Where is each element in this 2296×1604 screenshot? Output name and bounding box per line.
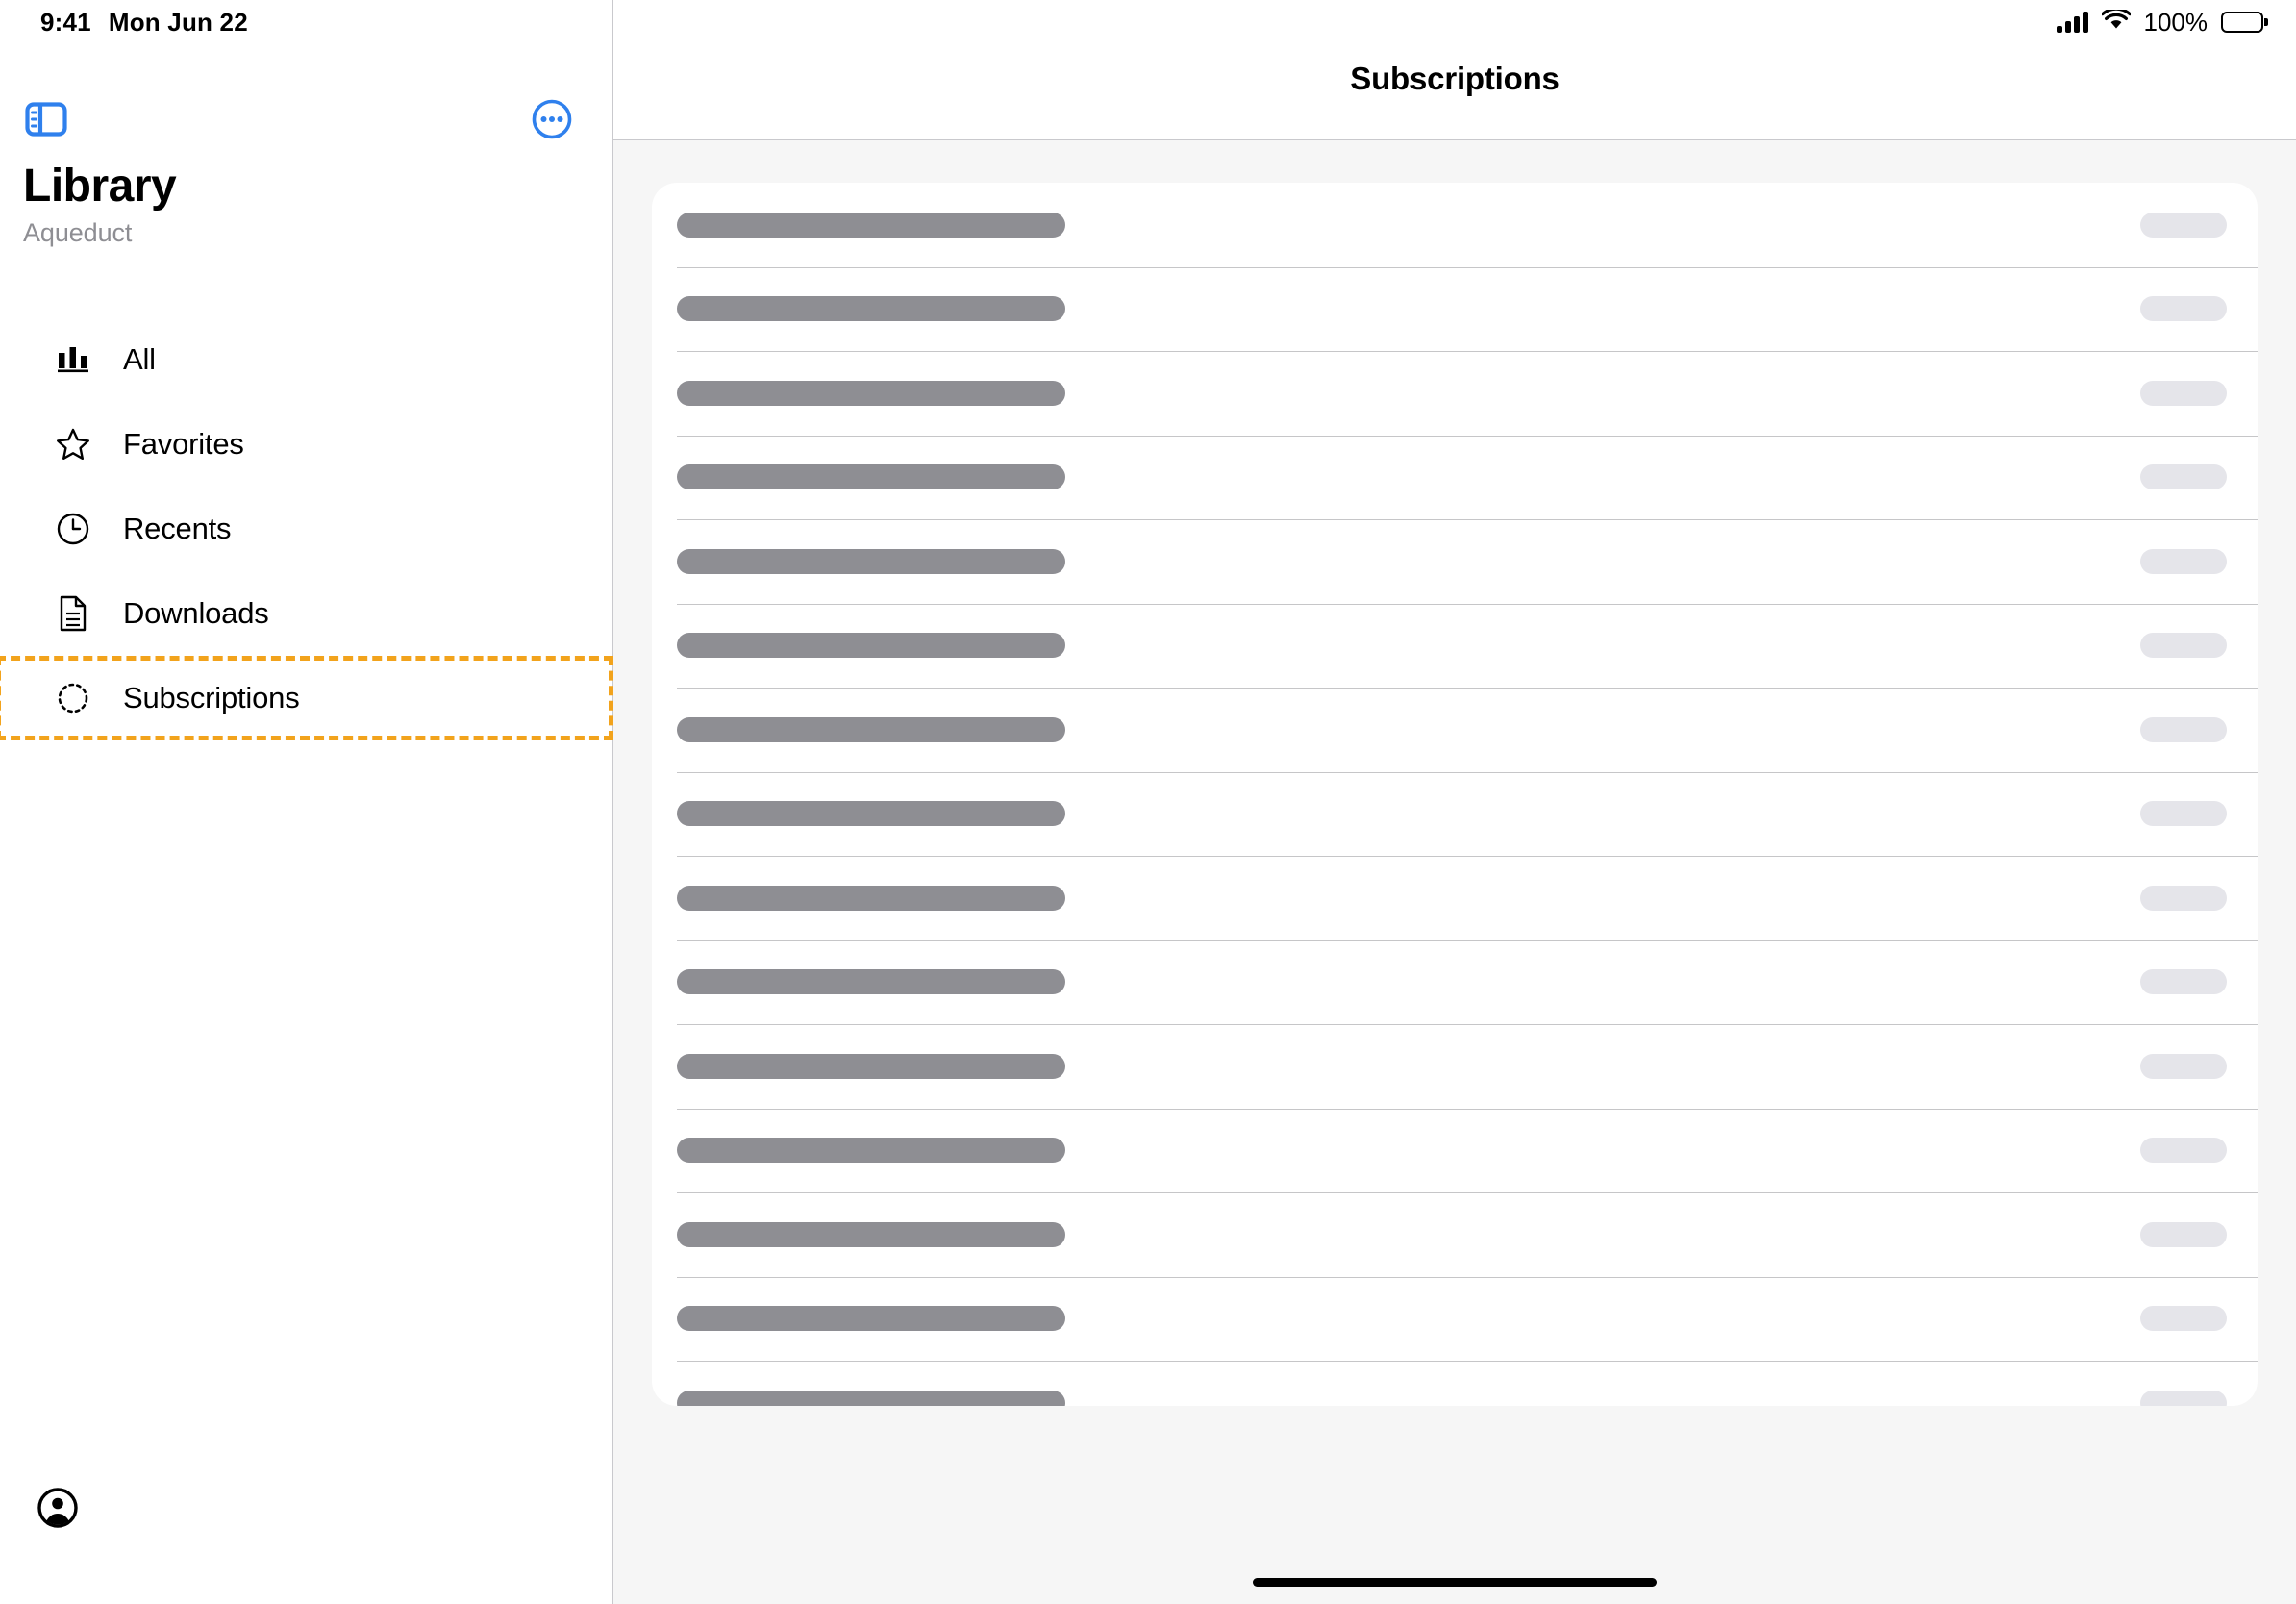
star-icon xyxy=(54,425,92,464)
sidebar-item-recents[interactable]: Recents xyxy=(0,487,612,571)
row-secondary-placeholder xyxy=(2140,969,2227,995)
table-row[interactable] xyxy=(652,856,2258,940)
bar-chart-icon xyxy=(54,340,92,379)
account-circle-icon[interactable] xyxy=(37,1487,79,1529)
table-row[interactable] xyxy=(652,1276,2258,1362)
table-row[interactable] xyxy=(652,1108,2258,1193)
main-header: Subscriptions xyxy=(613,0,2296,140)
sidebar-item-label: Favorites xyxy=(123,427,244,461)
dashed-circle-icon xyxy=(54,679,92,717)
main-content: Subscriptions xyxy=(613,0,2296,1604)
main-title: Subscriptions xyxy=(1350,60,1560,96)
subscriptions-list-card xyxy=(652,183,2258,1406)
ipad-screen: 9:41 Mon Jun 22 100% Library Aqueduct Al… xyxy=(0,0,2296,1604)
row-primary-placeholder xyxy=(677,1053,1065,1079)
row-secondary-placeholder xyxy=(2140,716,2227,742)
row-secondary-placeholder xyxy=(2140,212,2227,238)
row-primary-placeholder xyxy=(677,801,1065,827)
table-row[interactable] xyxy=(652,435,2258,520)
sidebar-header: Library Aqueduct xyxy=(23,161,177,248)
row-secondary-placeholder xyxy=(2140,1138,2227,1164)
sidebar-item-label: All xyxy=(123,342,156,376)
row-primary-placeholder xyxy=(677,296,1065,322)
row-secondary-placeholder xyxy=(2140,1390,2227,1406)
row-secondary-placeholder xyxy=(2140,885,2227,911)
row-primary-placeholder xyxy=(677,380,1065,406)
table-row[interactable] xyxy=(652,688,2258,772)
table-row[interactable] xyxy=(652,771,2258,857)
row-primary-placeholder xyxy=(677,1138,1065,1164)
page-subtitle: Aqueduct xyxy=(23,217,133,247)
sidebar-item-label: Recents xyxy=(123,512,232,545)
row-primary-placeholder xyxy=(677,464,1065,490)
row-primary-placeholder xyxy=(677,1306,1065,1332)
home-indicator xyxy=(1253,1578,1657,1587)
row-secondary-placeholder xyxy=(2140,1221,2227,1247)
row-secondary-placeholder xyxy=(2140,464,2227,490)
ellipsis-circle-icon[interactable] xyxy=(532,99,572,139)
sidebar-item-downloads[interactable]: Downloads xyxy=(0,571,612,656)
table-row[interactable] xyxy=(652,266,2258,352)
row-primary-placeholder xyxy=(677,1390,1065,1406)
table-row[interactable] xyxy=(652,519,2258,604)
table-row[interactable] xyxy=(652,1024,2258,1109)
row-secondary-placeholder xyxy=(2140,801,2227,827)
row-secondary-placeholder xyxy=(2140,380,2227,406)
row-secondary-placeholder xyxy=(2140,296,2227,322)
row-secondary-placeholder xyxy=(2140,633,2227,659)
sidebar: Library Aqueduct All Favorites Recents D… xyxy=(0,0,613,1604)
row-primary-placeholder xyxy=(677,633,1065,659)
row-primary-placeholder xyxy=(677,1221,1065,1247)
row-secondary-placeholder xyxy=(2140,548,2227,574)
table-row[interactable] xyxy=(652,183,2258,267)
table-row[interactable] xyxy=(652,940,2258,1025)
document-icon xyxy=(54,594,92,633)
sidebar-toolbar xyxy=(25,92,572,146)
row-primary-placeholder xyxy=(677,969,1065,995)
sidebar-item-favorites[interactable]: Favorites xyxy=(0,402,612,487)
sidebar-toggle-icon[interactable] xyxy=(25,102,67,137)
row-primary-placeholder xyxy=(677,885,1065,911)
sidebar-nav: All Favorites Recents Downloads Subscrip… xyxy=(0,317,613,740)
row-primary-placeholder xyxy=(677,716,1065,742)
row-secondary-placeholder xyxy=(2140,1306,2227,1332)
row-secondary-placeholder xyxy=(2140,1053,2227,1079)
sidebar-item-all[interactable]: All xyxy=(0,317,612,402)
sidebar-item-label: Downloads xyxy=(123,596,269,630)
sidebar-item-subscriptions[interactable]: Subscriptions xyxy=(0,656,613,740)
table-row[interactable] xyxy=(652,351,2258,436)
clock-icon xyxy=(54,510,92,548)
table-row[interactable] xyxy=(652,1361,2258,1406)
row-primary-placeholder xyxy=(677,212,1065,238)
page-title: Library xyxy=(23,161,177,212)
row-primary-placeholder xyxy=(677,548,1065,574)
table-row[interactable] xyxy=(652,603,2258,689)
content-area xyxy=(613,140,2296,1604)
table-row[interactable] xyxy=(652,1192,2258,1277)
sidebar-item-label: Subscriptions xyxy=(123,681,300,714)
